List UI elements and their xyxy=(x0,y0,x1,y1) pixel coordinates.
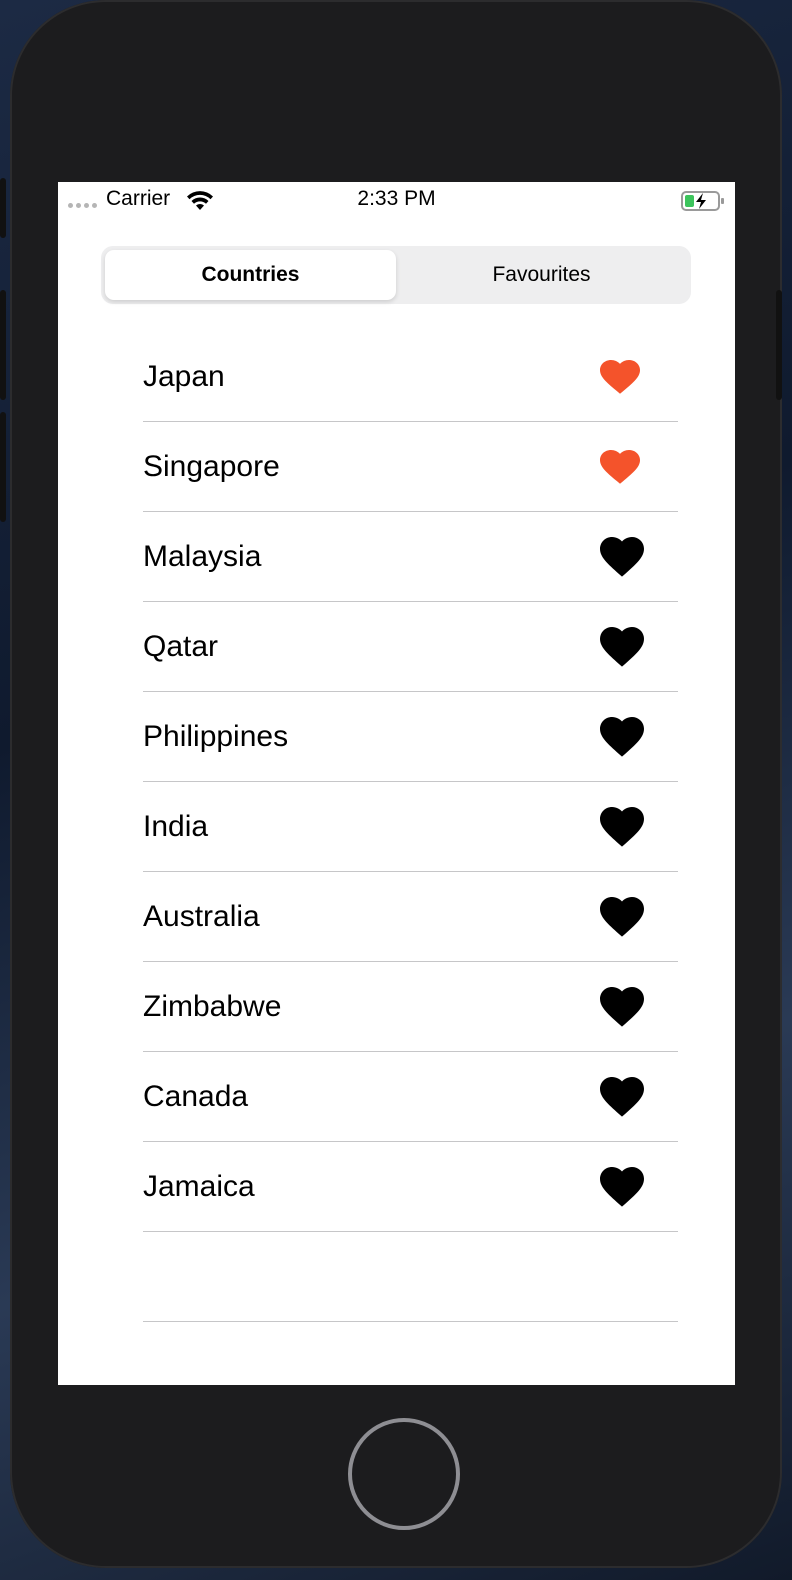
country-row[interactable]: Qatar xyxy=(143,602,678,692)
heart-icon[interactable] xyxy=(600,806,644,847)
mute-switch xyxy=(0,178,6,238)
segment-countries[interactable]: Countries xyxy=(105,250,396,300)
country-row[interactable]: Canada xyxy=(143,1052,678,1142)
battery-charging-icon xyxy=(681,190,725,217)
home-button[interactable] xyxy=(348,1418,460,1530)
heart-icon[interactable] xyxy=(600,716,644,757)
country-name: Canada xyxy=(143,1079,249,1113)
country-name: Zimbabwe xyxy=(143,989,282,1023)
country-row[interactable]: Zimbabwe xyxy=(143,962,678,1052)
country-name: Jamaica xyxy=(143,1169,255,1203)
heart-icon[interactable] xyxy=(600,1076,644,1117)
heart-icon[interactable] xyxy=(600,1166,644,1207)
country-row[interactable]: Singapore xyxy=(143,422,678,512)
volume-down-button xyxy=(0,412,6,522)
heart-filled-favourite-icon[interactable] xyxy=(600,449,640,484)
segmented-control: Countries Favourites xyxy=(101,246,691,304)
heart-icon[interactable] xyxy=(600,896,644,937)
heart-icon[interactable] xyxy=(600,626,644,667)
country-row[interactable]: Malaysia xyxy=(143,512,678,602)
status-time: 2:33 PM xyxy=(357,187,436,210)
volume-up-button xyxy=(0,290,6,400)
country-name: Malaysia xyxy=(143,539,262,573)
segment-favourites[interactable]: Favourites xyxy=(396,250,687,300)
country-name: Japan xyxy=(143,359,225,393)
country-name: Australia xyxy=(143,899,260,933)
country-row[interactable]: India xyxy=(143,782,678,872)
country-row[interactable]: Japan xyxy=(143,332,678,422)
country-row[interactable]: Philippines xyxy=(143,692,678,782)
empty-row xyxy=(143,1232,678,1322)
app-screen: Carrier 2:33 PM Countries Favourites Jap… xyxy=(58,182,735,1385)
heart-icon[interactable] xyxy=(600,536,644,577)
heart-filled-favourite-icon[interactable] xyxy=(600,359,640,394)
country-name: Qatar xyxy=(143,629,219,663)
country-list: Japan Singapore Malaysia Qatar Philippines In… xyxy=(143,332,678,1322)
power-button xyxy=(776,290,782,400)
heart-icon[interactable] xyxy=(600,986,644,1027)
country-row[interactable]: Jamaica xyxy=(143,1142,678,1232)
country-name: Philippines xyxy=(143,719,289,753)
country-name: India xyxy=(143,809,209,843)
country-name: Singapore xyxy=(143,449,280,483)
status-bar: Carrier 2:33 PM xyxy=(58,182,735,220)
country-row[interactable]: Australia xyxy=(143,872,678,962)
